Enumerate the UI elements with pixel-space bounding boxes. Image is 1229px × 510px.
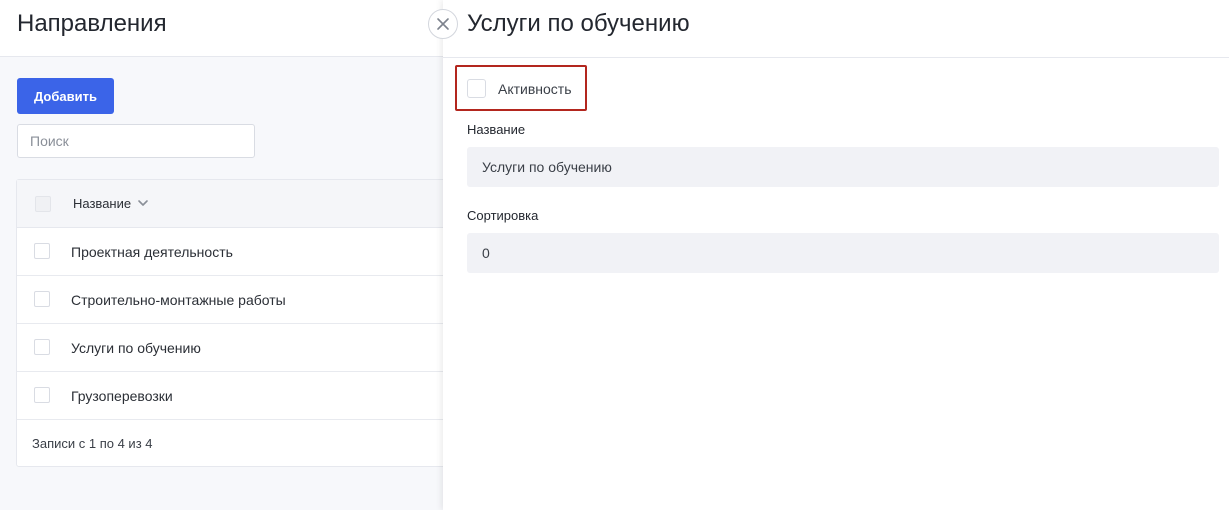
- column-header-name[interactable]: Название: [73, 196, 131, 211]
- sort-field[interactable]: [467, 233, 1219, 273]
- row-checkbox[interactable]: [34, 243, 50, 259]
- table-row[interactable]: Грузоперевозки: [17, 372, 455, 420]
- close-button[interactable]: [428, 9, 458, 39]
- row-name[interactable]: Грузоперевозки: [71, 388, 173, 404]
- table-row[interactable]: Проектная деятельность: [17, 228, 455, 276]
- table-row[interactable]: Строительно-монтажные работы: [17, 276, 455, 324]
- add-button[interactable]: Добавить: [17, 78, 114, 114]
- directions-table: Название Проектная деятельность Строител…: [16, 179, 456, 467]
- table-header: Название: [17, 180, 455, 228]
- row-name[interactable]: Услуги по обучению: [71, 340, 201, 356]
- chevron-down-icon[interactable]: [137, 197, 149, 209]
- name-field-label: Название: [467, 122, 526, 137]
- row-checkbox[interactable]: [34, 291, 50, 307]
- page-title: Направления: [17, 10, 167, 37]
- select-all-checkbox[interactable]: [35, 196, 51, 212]
- close-icon: [437, 18, 449, 30]
- row-name[interactable]: Проектная деятельность: [71, 244, 233, 260]
- drawer-header: Услуги по обучению: [443, 0, 1229, 58]
- activity-label[interactable]: Активность: [498, 81, 572, 97]
- search-input[interactable]: [17, 124, 255, 158]
- row-name[interactable]: Строительно-монтажные работы: [71, 292, 286, 308]
- name-field[interactable]: [467, 147, 1219, 187]
- table-row[interactable]: Услуги по обучению: [17, 324, 455, 372]
- row-checkbox[interactable]: [34, 339, 50, 355]
- drawer-title: Услуги по обучению: [467, 10, 690, 37]
- row-checkbox[interactable]: [34, 387, 50, 403]
- table-footer-count: Записи с 1 по 4 из 4: [32, 436, 153, 451]
- left-page-header: Направления: [0, 0, 443, 57]
- sort-field-label: Сортировка: [467, 208, 539, 223]
- activity-checkbox[interactable]: [467, 79, 486, 98]
